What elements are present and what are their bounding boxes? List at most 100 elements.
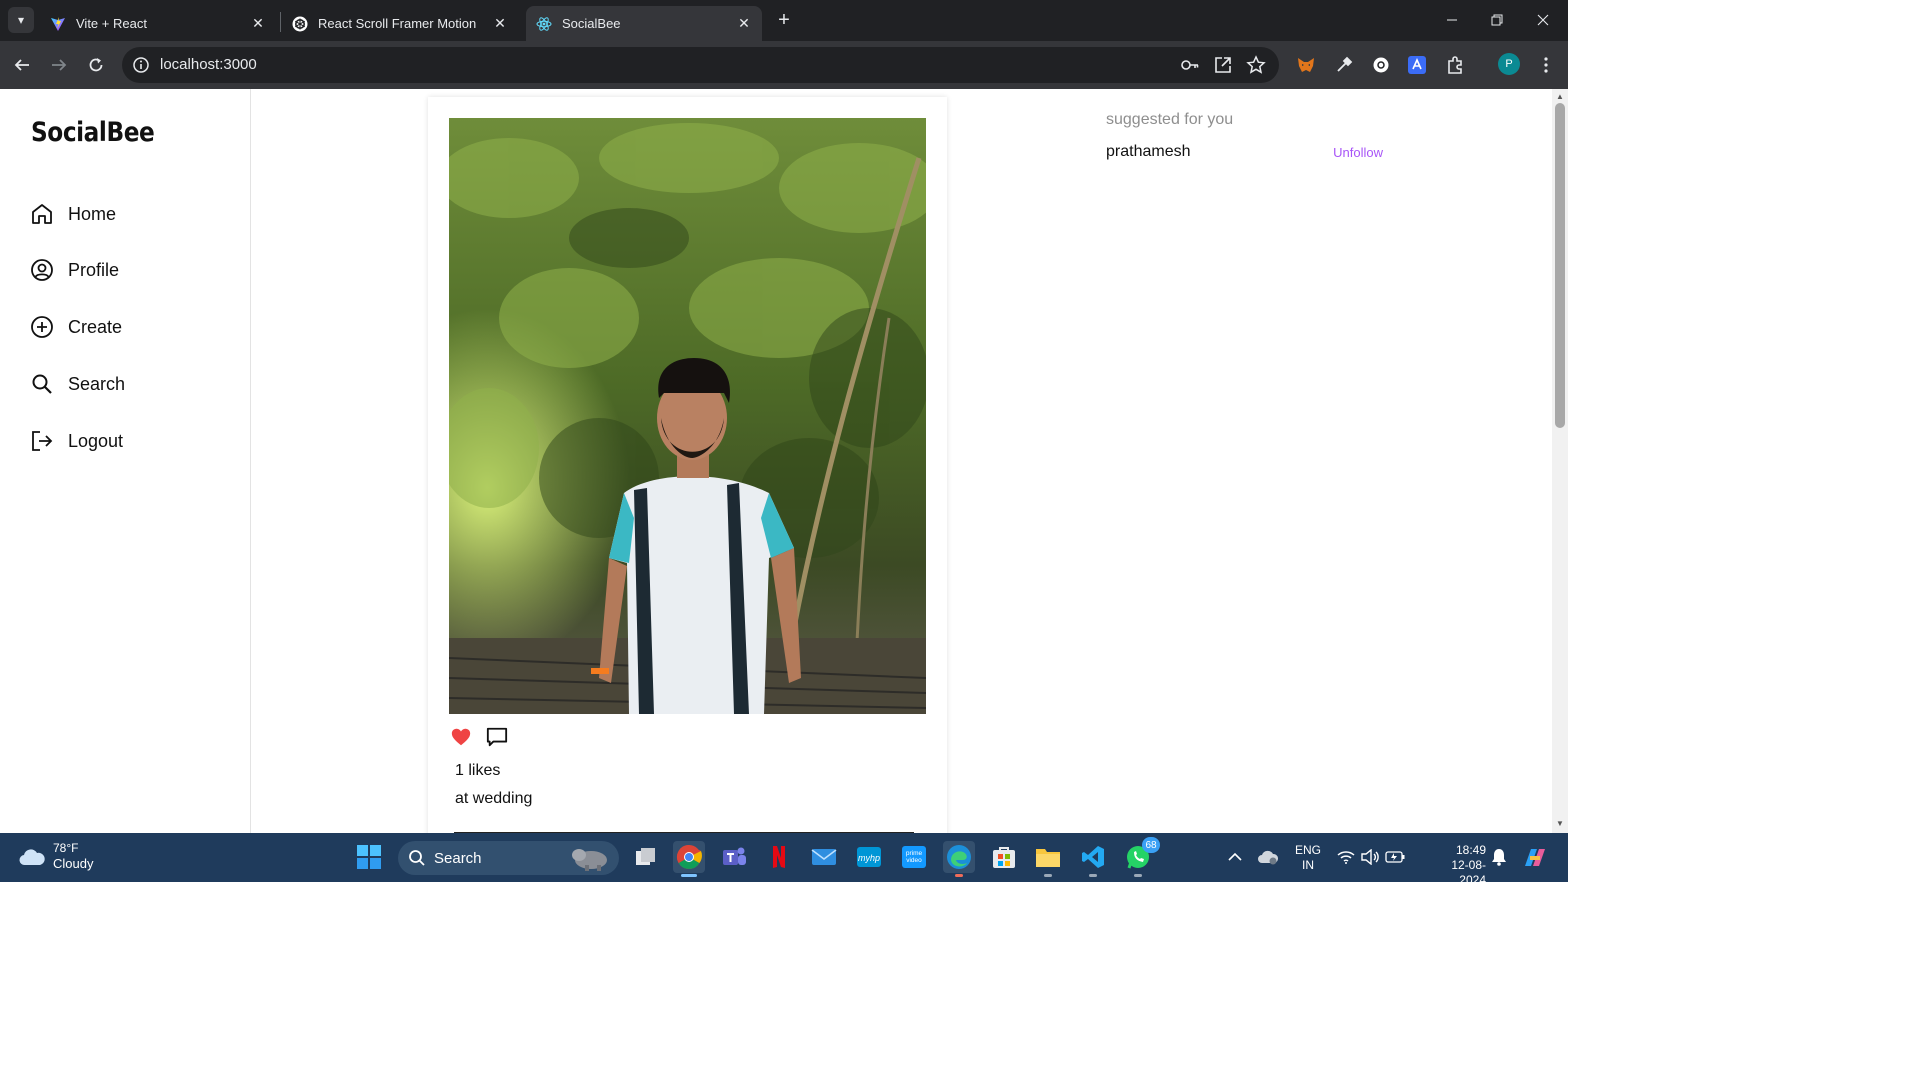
reload-button[interactable] bbox=[84, 53, 108, 77]
sidebar-item-logout[interactable]: Logout bbox=[30, 425, 123, 457]
post-actions bbox=[450, 725, 508, 749]
extensions-puzzle-icon[interactable] bbox=[1444, 54, 1466, 76]
svg-text:prime: prime bbox=[906, 850, 923, 857]
taskbar-whatsapp[interactable]: 68 bbox=[1122, 837, 1160, 877]
open-in-app-icon[interactable] bbox=[1213, 55, 1233, 75]
sidebar-item-label: Home bbox=[68, 203, 117, 224]
restore-button[interactable] bbox=[1474, 0, 1520, 40]
taskbar-vscode[interactable] bbox=[1077, 841, 1109, 877]
suggestions-panel: suggested for you prathamesh Unfollow bbox=[1106, 111, 1396, 161]
scrollbar-thumb[interactable] bbox=[1555, 103, 1565, 428]
bookmark-star-icon[interactable] bbox=[1246, 55, 1266, 75]
close-icon bbox=[1537, 14, 1549, 26]
tab-socialbee[interactable]: SocialBee ✕ bbox=[526, 6, 762, 41]
show-hidden-icons-button[interactable] bbox=[1225, 847, 1245, 867]
new-tab-button[interactable]: + bbox=[772, 8, 796, 32]
sidebar-item-create[interactable]: Create bbox=[30, 311, 122, 343]
sidebar-item-search[interactable]: Search bbox=[30, 368, 125, 400]
taskbar-edge[interactable] bbox=[943, 841, 975, 877]
post-card: 1 likes at wedding bbox=[428, 97, 947, 833]
post-photo[interactable] bbox=[449, 118, 926, 714]
browser-menu-icon[interactable] bbox=[1536, 53, 1556, 77]
taskbar-mail[interactable] bbox=[808, 841, 840, 873]
wifi-icon bbox=[1337, 851, 1355, 864]
forward-button[interactable] bbox=[47, 53, 71, 77]
search-icon bbox=[409, 850, 425, 866]
metamask-extension-icon[interactable] bbox=[1295, 54, 1317, 76]
tab-search-button[interactable]: ▾ bbox=[8, 7, 34, 33]
notifications-button[interactable] bbox=[1489, 847, 1509, 867]
tab-vite-react[interactable]: Vite + React ✕ bbox=[40, 6, 276, 41]
taskbar-chrome[interactable] bbox=[673, 841, 705, 877]
taskbar-task-view[interactable] bbox=[630, 841, 662, 873]
scroll-down-icon[interactable]: ▼ bbox=[1556, 820, 1564, 828]
url-text[interactable]: localhost:3000 bbox=[160, 56, 257, 73]
taskbar-file-explorer[interactable] bbox=[1032, 841, 1064, 877]
myhp-icon: myhp bbox=[857, 847, 881, 867]
cloud-sync-icon bbox=[1258, 850, 1279, 865]
sidebar-item-profile[interactable]: Profile bbox=[30, 254, 119, 286]
unfollow-button[interactable]: Unfollow bbox=[1333, 145, 1383, 160]
taskbar-teams[interactable] bbox=[718, 841, 750, 873]
sidebar-item-home[interactable]: Home bbox=[30, 198, 116, 230]
circle-extension-icon[interactable] bbox=[1370, 54, 1392, 76]
taskbar-hp[interactable]: myhp bbox=[853, 841, 885, 873]
search-highlight-icon bbox=[572, 849, 607, 871]
comment-icon[interactable] bbox=[486, 726, 508, 748]
active-indicator bbox=[955, 874, 963, 877]
suggested-username[interactable]: prathamesh bbox=[1106, 143, 1191, 161]
profile-avatar[interactable]: P bbox=[1498, 53, 1520, 75]
close-icon[interactable]: ✕ bbox=[490, 14, 510, 34]
address-bar[interactable]: localhost:3000 bbox=[122, 47, 1279, 83]
post-caption: at wedding bbox=[455, 790, 533, 807]
mail-icon bbox=[811, 849, 837, 865]
running-indicator bbox=[1089, 874, 1097, 877]
tab-title: SocialBee bbox=[562, 16, 621, 31]
vite-icon bbox=[51, 16, 65, 31]
sidebar-item-label: Logout bbox=[68, 430, 124, 451]
wifi-tray[interactable] bbox=[1336, 847, 1356, 867]
notification-badge: 68 bbox=[1142, 837, 1160, 853]
copilot-button[interactable] bbox=[1522, 845, 1548, 871]
taskbar-search[interactable]: Search bbox=[398, 841, 619, 875]
openai-icon bbox=[292, 16, 308, 31]
taskbar-prime-video[interactable]: prime video bbox=[898, 841, 930, 873]
close-icon[interactable]: ✕ bbox=[734, 14, 754, 34]
edge-icon bbox=[947, 845, 971, 869]
folder-icon bbox=[1036, 849, 1060, 867]
page-scrollbar[interactable]: ▲ ▼ bbox=[1552, 89, 1568, 833]
arrow-left-icon bbox=[14, 59, 29, 71]
eyedropper-extension-icon[interactable] bbox=[1333, 54, 1355, 76]
vscode-icon bbox=[1082, 846, 1104, 868]
windows-start-icon[interactable] bbox=[357, 845, 381, 869]
tab-react-scroll[interactable]: React Scroll Framer Motion ✕ bbox=[282, 6, 518, 41]
clock[interactable]: 18:49 12-08-2024 bbox=[1440, 843, 1486, 888]
browser-toolbar: localhost:3000 P bbox=[0, 41, 1568, 89]
onedrive-tray[interactable] bbox=[1256, 847, 1280, 867]
sidebar-item-label: Profile bbox=[68, 259, 120, 280]
battery-tray[interactable] bbox=[1384, 847, 1406, 867]
clock-date: 12-08-2024 bbox=[1451, 858, 1486, 887]
translate-extension-icon[interactable] bbox=[1406, 54, 1428, 76]
weather-temp: 78°F bbox=[53, 841, 79, 855]
arrow-right-icon bbox=[52, 59, 67, 71]
heart-icon[interactable] bbox=[450, 726, 472, 748]
weather-widget[interactable]: 78°F Cloudy bbox=[18, 841, 93, 872]
close-window-button[interactable] bbox=[1520, 0, 1566, 40]
taskbar: 78°F Cloudy Search myhp prime video 68 E… bbox=[0, 833, 1568, 887]
language-indicator[interactable]: ENG IN bbox=[1290, 843, 1326, 873]
site-info-icon[interactable] bbox=[132, 56, 150, 74]
taskbar-netflix[interactable] bbox=[763, 841, 795, 873]
profile-icon bbox=[30, 258, 54, 282]
svg-text:video: video bbox=[906, 857, 922, 864]
back-button[interactable] bbox=[10, 53, 34, 77]
sidebar-item-label: Create bbox=[68, 316, 123, 337]
app-logo[interactable]: SocialBee bbox=[31, 117, 155, 148]
minimize-button[interactable] bbox=[1429, 0, 1475, 40]
volume-tray[interactable] bbox=[1360, 847, 1380, 867]
create-icon bbox=[30, 315, 54, 339]
close-icon[interactable]: ✕ bbox=[248, 14, 268, 34]
key-icon[interactable] bbox=[1180, 55, 1200, 75]
taskbar-store[interactable] bbox=[988, 841, 1020, 873]
scroll-up-icon[interactable]: ▲ bbox=[1556, 93, 1564, 101]
